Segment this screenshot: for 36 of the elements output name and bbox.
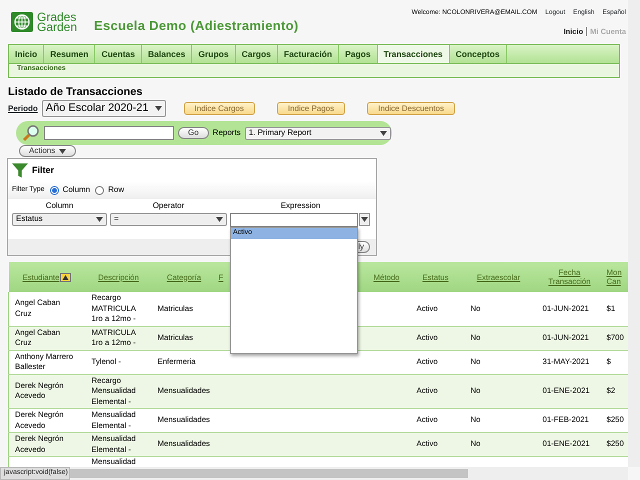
search-field[interactable] — [44, 126, 174, 140]
caret-icon — [361, 216, 368, 222]
vertical-scrollbar[interactable] — [628, 0, 640, 467]
column-heading: Expression — [280, 201, 322, 211]
column-heading: Operator — [152, 201, 186, 211]
expression-field[interactable] — [230, 212, 358, 227]
search-icon[interactable] — [22, 124, 40, 142]
index-button[interactable]: Indice Descuentos — [367, 102, 455, 115]
column-select[interactable]: Estatus — [12, 212, 107, 226]
go-button[interactable]: Go — [178, 127, 209, 139]
nav-tab[interactable]: Transacciones — [378, 45, 450, 63]
radio-option[interactable]: Column — [50, 185, 90, 195]
dropdown-toggle-button[interactable] — [359, 212, 370, 226]
page-title: Listado de Transacciones — [7, 85, 144, 100]
period-label[interactable]: Periodo — [8, 104, 38, 114]
globe-icon — [11, 12, 33, 32]
filter-title: Filter — [32, 164, 54, 176]
caret-icon — [59, 148, 66, 154]
funnel-icon — [12, 162, 28, 178]
column-heading: Column — [44, 201, 74, 211]
operator-select[interactable]: = — [110, 212, 227, 226]
reports-label: Reports — [212, 128, 241, 138]
actions-button[interactable]: Actions — [19, 145, 76, 157]
report-select[interactable]: 1. Primary Report — [244, 126, 391, 140]
period-select[interactable]: Año Escolar 2020-21 — [42, 100, 166, 117]
sort-ascending-icon[interactable] — [60, 272, 72, 282]
caret-icon — [380, 130, 387, 136]
index-button[interactable]: Indice Pagos — [276, 102, 346, 115]
school-title: Escuela Demo (Adiestramiento) — [94, 17, 298, 35]
caret-icon — [216, 216, 223, 222]
caret-icon — [96, 216, 103, 222]
logo-text: Grades Garden — [37, 12, 78, 36]
horizontal-scrollbar[interactable] — [70, 467, 628, 480]
radio-option[interactable]: Row — [95, 185, 124, 195]
index-button[interactable]: Indice Cargos — [184, 102, 255, 115]
caret-icon — [154, 106, 162, 111]
